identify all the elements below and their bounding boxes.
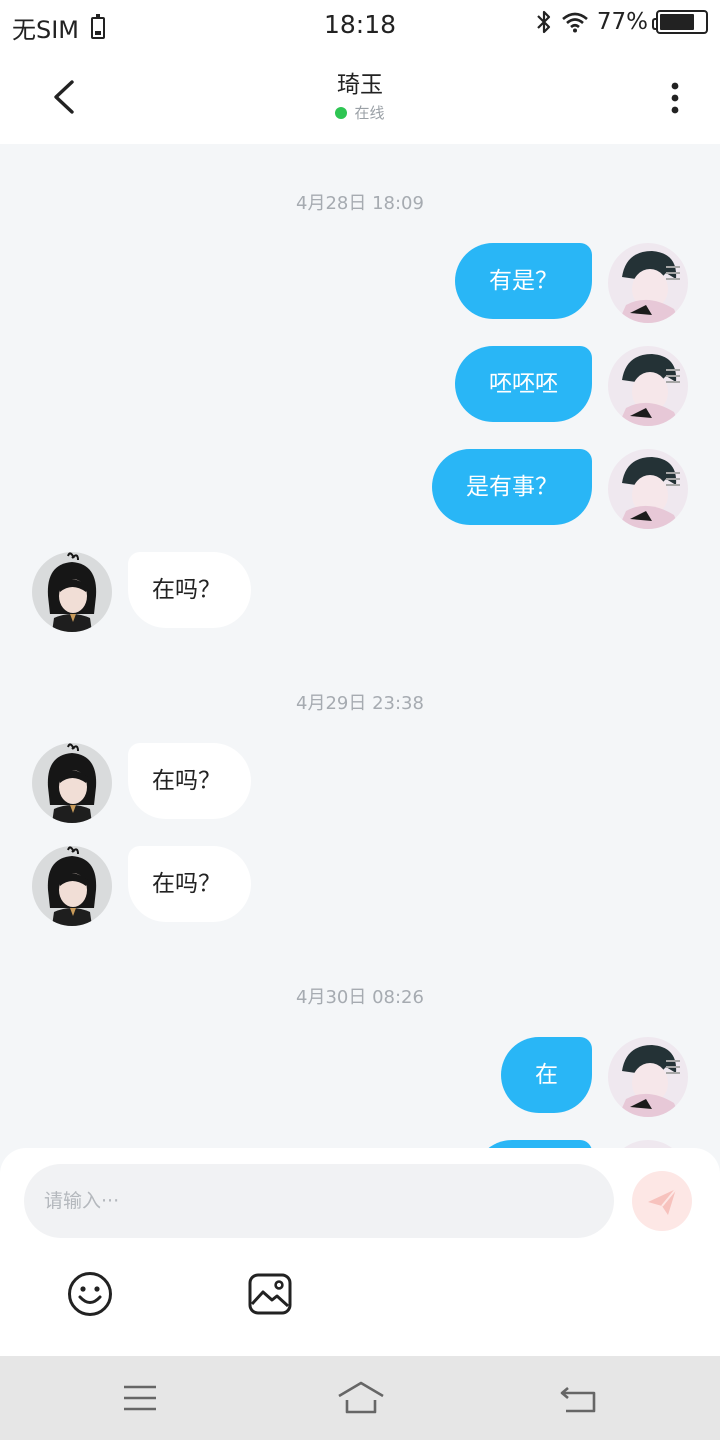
message-row: 在吗？ xyxy=(0,846,720,926)
my-avatar-image xyxy=(608,243,688,323)
my-avatar[interactable] xyxy=(608,1037,688,1117)
status-right: 77% xyxy=(535,9,708,35)
timestamp: 4月29日 23:38 xyxy=(296,693,424,714)
contact-avatar[interactable] xyxy=(32,846,112,926)
my-avatar[interactable] xyxy=(608,449,688,529)
menu-icon[interactable] xyxy=(120,1382,160,1414)
battery-level-fill xyxy=(660,14,694,30)
contact-avatar[interactable] xyxy=(32,743,112,823)
message-row: 呸呸呸 xyxy=(0,346,720,426)
my-avatar-image xyxy=(608,346,688,426)
bluetooth-icon xyxy=(537,10,550,34)
online-status-text: 在线 xyxy=(354,104,385,122)
composer-panel xyxy=(0,1148,720,1356)
battery-icon xyxy=(652,10,708,34)
message-row-partial xyxy=(0,1140,720,1148)
online-dot xyxy=(335,106,348,119)
outgoing-bubble[interactable]: 在 xyxy=(501,1037,592,1113)
message-row: 有是？ xyxy=(0,243,720,323)
home-icon[interactable] xyxy=(336,1378,386,1418)
message-row: 在吗？ xyxy=(0,743,720,823)
outgoing-bubble-partial[interactable] xyxy=(474,1140,592,1148)
contact-avatar-image xyxy=(32,846,112,926)
message-row: 在 xyxy=(0,1037,720,1117)
outgoing-bubble[interactable]: 有是？ xyxy=(455,243,592,319)
system-nav-bar xyxy=(0,1356,720,1440)
more-vertical-icon[interactable] xyxy=(660,76,690,120)
outgoing-bubble[interactable]: 呸呸呸 xyxy=(455,346,592,422)
contact-avatar-image xyxy=(32,743,112,823)
my-avatar-image xyxy=(608,449,688,529)
message-row: 是有事？ xyxy=(0,449,720,529)
contact-name: 琦玉 xyxy=(337,72,383,98)
my-avatar[interactable] xyxy=(608,346,688,426)
chat-messages[interactable]: 4月28日 18:09 有是？ 呸呸呸 是有事？ 在吗？ 4月29日 23:38… xyxy=(0,144,720,1148)
incoming-bubble[interactable]: 在吗？ xyxy=(128,552,251,628)
chat-header: 琦玉 在线 xyxy=(0,50,720,144)
contact-avatar[interactable] xyxy=(32,552,112,632)
status-bar: 无SIM 18:18 77% xyxy=(0,0,720,50)
timestamp: 4月28日 18:09 xyxy=(296,193,424,214)
emoji-smile-icon[interactable] xyxy=(66,1270,114,1318)
send-plane-icon xyxy=(648,1188,677,1215)
timestamp: 4月30日 08:26 xyxy=(296,987,424,1008)
send-button[interactable] xyxy=(632,1171,692,1231)
my-avatar[interactable] xyxy=(608,243,688,323)
wifi-icon xyxy=(562,12,588,33)
contact-avatar-image xyxy=(32,552,112,632)
message-input[interactable] xyxy=(24,1164,614,1238)
title-block: 琦玉 在线 xyxy=(0,70,720,123)
message-row: 在吗？ xyxy=(0,552,720,632)
my-avatar-image xyxy=(608,1037,688,1117)
my-avatar[interactable] xyxy=(608,1140,688,1148)
back-icon[interactable] xyxy=(558,1378,600,1418)
my-avatar-image xyxy=(608,1140,688,1148)
online-status: 在线 xyxy=(335,102,385,123)
incoming-bubble[interactable]: 在吗？ xyxy=(128,846,251,922)
incoming-bubble[interactable]: 在吗？ xyxy=(128,743,251,819)
battery-percent: 77% xyxy=(596,9,648,35)
image-picture-icon[interactable] xyxy=(246,1270,294,1318)
outgoing-bubble[interactable]: 是有事？ xyxy=(432,449,592,525)
